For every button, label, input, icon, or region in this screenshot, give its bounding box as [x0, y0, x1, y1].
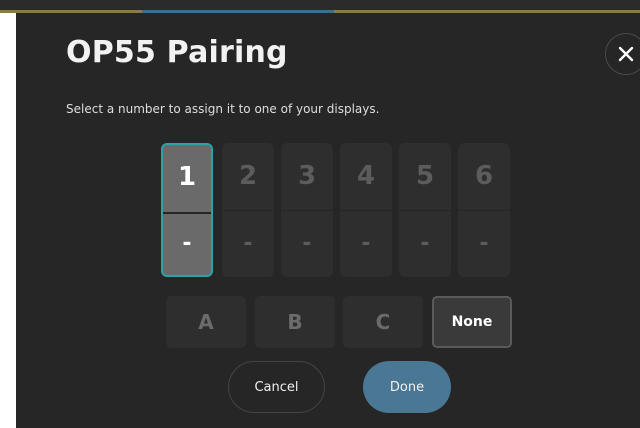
slot-number: 5 — [415, 161, 435, 191]
display-slot-6[interactable]: 6 - — [458, 143, 510, 277]
display-slot-5[interactable]: 5 - — [399, 143, 451, 277]
slot-assignment: - — [243, 231, 253, 256]
slot-assignment: - — [302, 231, 312, 256]
group-a-button[interactable]: A — [166, 296, 246, 348]
slot-assignment: - — [420, 231, 430, 256]
display-number-slots: 1 - 2 - 3 - 4 - 5 - 6 - — [161, 143, 529, 279]
slot-number: 6 — [474, 161, 494, 191]
dialog-instructions: Select a number to assign it to one of y… — [66, 102, 380, 116]
close-icon — [618, 46, 634, 62]
display-slot-3[interactable]: 3 - — [281, 143, 333, 277]
display-slot-1[interactable]: 1 - — [161, 143, 213, 277]
display-slot-2[interactable]: 2 - — [222, 143, 274, 277]
group-none-button[interactable]: None — [432, 296, 512, 348]
close-button[interactable] — [605, 33, 640, 75]
pairing-dialog: OP55 Pairing Select a number to assign i… — [16, 13, 640, 428]
cancel-button[interactable]: Cancel — [228, 361, 325, 413]
group-b-button[interactable]: B — [255, 296, 335, 348]
display-slot-4[interactable]: 4 - — [340, 143, 392, 277]
done-button[interactable]: Done — [363, 361, 451, 413]
slot-assignment: - — [479, 231, 489, 256]
slot-assignment: - — [361, 231, 371, 256]
dialog-title: OP55 Pairing — [66, 35, 288, 70]
slot-number: 3 — [297, 161, 317, 191]
group-c-button[interactable]: C — [343, 296, 423, 348]
background-app-bar — [0, 0, 640, 13]
slot-number: 2 — [238, 161, 258, 191]
slot-assignment: - — [182, 231, 192, 256]
slot-number: 4 — [356, 161, 376, 191]
slot-number: 1 — [177, 162, 197, 192]
